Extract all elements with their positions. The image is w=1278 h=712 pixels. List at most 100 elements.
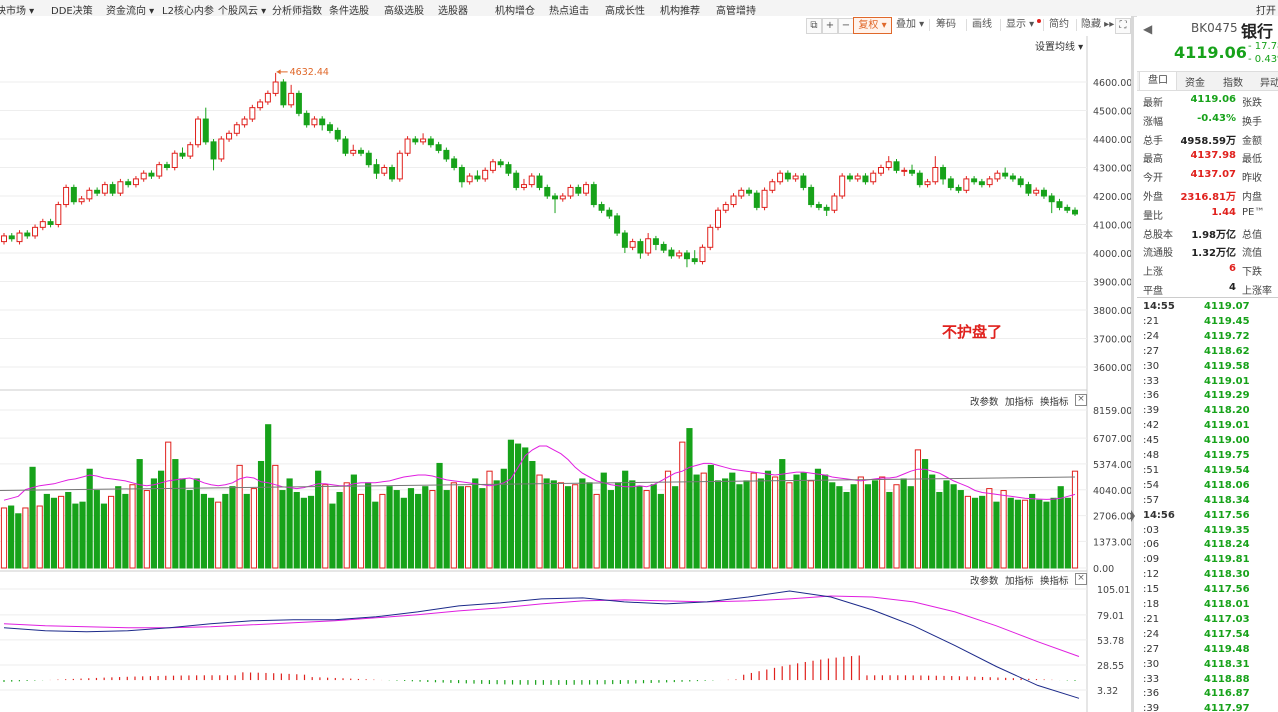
add-indicator-button[interactable]: 加指标 <box>1005 573 1034 587</box>
overlay-button[interactable]: 叠加 ▾ <box>896 17 924 33</box>
fuquan-button[interactable]: 复权 ▾ <box>853 17 892 34</box>
quote-stat-row: 流通股 1.32万亿 流值 <box>1137 242 1278 260</box>
tick-row: :39 4117.97 <box>1137 702 1278 712</box>
volume-bar <box>250 488 258 569</box>
close-icon[interactable]: × <box>1075 573 1087 585</box>
volume-bar <box>1064 497 1071 569</box>
volume-bar <box>807 480 814 569</box>
menu-item[interactable]: 机构推荐 <box>660 2 700 17</box>
volume-bar <box>986 488 993 569</box>
stat-label: 外盘 <box>1143 192 1163 203</box>
volume-bar <box>643 490 650 569</box>
hide-button[interactable]: 隐藏 ▸▸ <box>1081 17 1114 33</box>
tab-handicap[interactable]: 盘口 <box>1139 72 1177 90</box>
simple-button[interactable]: 简约 <box>1049 17 1069 33</box>
menu-item[interactable]: 板块市场 ▾ <box>0 2 34 17</box>
volume-bar <box>22 507 29 569</box>
candle <box>420 138 427 143</box>
tick-price: 4119.29 <box>1204 390 1250 402</box>
candle <box>815 204 822 208</box>
candle <box>187 144 194 157</box>
volume-bar <box>72 503 79 569</box>
volume-tick-label: 4040.00 <box>1093 486 1131 497</box>
kline-chart[interactable]: 4600.00 4500.00 4400.00 4300.00 4200.00 4100.… <box>0 36 1131 712</box>
candle <box>241 118 248 126</box>
volume-bar <box>172 459 179 569</box>
tick-price: 4117.56 <box>1204 509 1250 521</box>
candle <box>443 149 450 160</box>
menu-item[interactable]: 机构增仓 <box>495 2 535 17</box>
tick-row: :24 4117.54 <box>1137 628 1278 643</box>
tick-row: :21 4117.03 <box>1137 613 1278 628</box>
price-tick-label: 4200.00 <box>1093 192 1131 203</box>
volume-bar <box>322 484 329 569</box>
draw-line-button[interactable]: 画线 <box>972 17 992 33</box>
edit-params-button[interactable]: 改参数 <box>970 394 999 408</box>
tab-index[interactable]: 指数 <box>1215 74 1251 89</box>
menu-item[interactable]: 条件选股 <box>329 2 369 17</box>
volume-bar <box>743 480 750 569</box>
zoom-in-icon[interactable]: + <box>822 18 838 34</box>
macd-tick-label: 3.32 <box>1097 686 1118 697</box>
tick-price: 4116.87 <box>1204 688 1250 700</box>
stat-value: 1.32万亿 <box>1191 248 1236 260</box>
tab-alerts[interactable]: 异动 <box>1252 74 1278 89</box>
menu-item[interactable]: DDE决策 <box>51 2 93 17</box>
tick-time: :27 <box>1143 345 1160 357</box>
back-arrow-icon[interactable]: ◀ <box>1143 22 1152 36</box>
menu-item[interactable]: 打开 <box>1256 2 1276 17</box>
macd-axis: 105.01 79.01 53.78 28.55 3.32 <box>1097 585 1130 697</box>
menu-item[interactable]: L2核心内参 <box>162 2 214 17</box>
zoom-out-icon[interactable]: − <box>838 18 854 34</box>
menu-item[interactable]: 高管增持 <box>716 2 756 17</box>
volume-bar <box>150 478 158 569</box>
candle <box>761 189 768 208</box>
volume-bar <box>522 447 529 569</box>
menu-item[interactable]: 选股器 <box>438 2 468 17</box>
candle <box>823 206 830 211</box>
candle <box>210 141 217 160</box>
tab-funds[interactable]: 资金 <box>1177 74 1213 89</box>
candle <box>916 172 923 186</box>
fullscreen-icon[interactable]: ⛶ <box>1115 18 1131 34</box>
candle <box>389 167 396 180</box>
switch-indicator-button[interactable]: 换指标 <box>1040 573 1069 587</box>
menu-item[interactable]: 热点追击 <box>549 2 589 17</box>
quote-stat-row: 上涨 6 下跌 <box>1137 261 1278 279</box>
candle <box>629 241 636 248</box>
volume-bar <box>557 482 565 569</box>
menu-item[interactable]: 分析师指数 <box>272 2 322 17</box>
candle <box>862 175 869 183</box>
volume-bar <box>879 476 886 569</box>
menu-item[interactable]: 资金流向 ▾ <box>106 2 154 17</box>
volume-bar <box>286 478 293 569</box>
tick-row: 14:56 4117.56 <box>1137 509 1278 524</box>
volume-bar <box>293 491 300 569</box>
switch-indicator-button[interactable]: 换指标 <box>1040 394 1069 408</box>
add-indicator-button[interactable]: 加指标 <box>1005 394 1034 408</box>
display-label: 显示 <box>1006 19 1026 30</box>
volume-bar <box>572 484 579 569</box>
menu-item[interactable]: 高成长性 <box>605 2 645 17</box>
menu-item[interactable]: 高级选股 <box>384 2 424 17</box>
candle <box>668 249 675 257</box>
volume-bar <box>229 486 236 569</box>
display-button[interactable]: 显示 ▾ <box>1006 17 1034 33</box>
macd-dea-line <box>3 595 1080 657</box>
menu-item[interactable]: 个股风云 ▾ <box>218 2 266 17</box>
candle <box>552 195 559 200</box>
candle <box>466 175 473 183</box>
panel-divider[interactable] <box>1131 16 1134 712</box>
edit-params-button[interactable]: 改参数 <box>970 573 999 587</box>
stat-label-right: 昨收 <box>1242 173 1262 185</box>
tick-time: :12 <box>1143 569 1160 581</box>
collapse-arrow-icon[interactable] <box>1131 510 1135 522</box>
close-icon[interactable]: × <box>1075 394 1087 406</box>
window-icon[interactable]: ⧉ <box>806 18 822 34</box>
macd-dif-line <box>3 590 1080 699</box>
volume-bar <box>707 464 714 569</box>
volume-bar <box>207 497 215 569</box>
max-marker-arrow <box>276 69 281 75</box>
candle <box>334 129 341 140</box>
chips-button[interactable]: 筹码 <box>936 17 956 33</box>
